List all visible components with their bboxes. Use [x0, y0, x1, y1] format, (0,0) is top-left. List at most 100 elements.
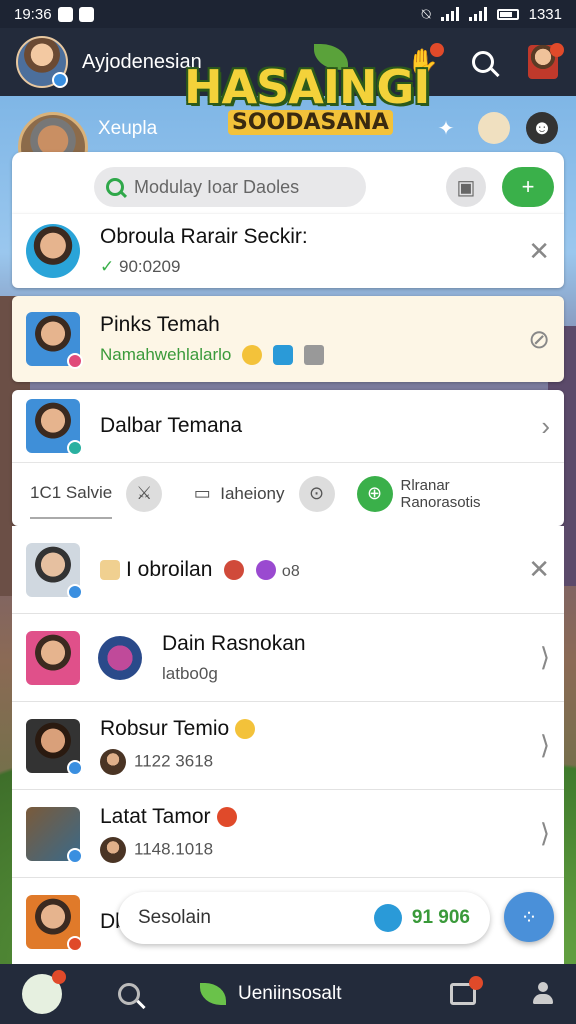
chevron-right-icon[interactable]: ›	[541, 411, 550, 442]
friend-avatar-icon[interactable]	[478, 112, 510, 144]
nav-search[interactable]	[118, 983, 140, 1005]
link-icon[interactable]: ⊘	[528, 324, 550, 355]
search-input[interactable]: Modulay Ioar Daoles	[94, 167, 366, 207]
mute-icon: ⍉	[421, 5, 431, 23]
chevron-right-icon[interactable]: ⟩	[540, 642, 550, 673]
nav-profile[interactable]	[532, 982, 554, 1006]
check-icon: ✓	[100, 257, 115, 276]
signal-icon-2	[468, 7, 487, 21]
nav-main[interactable]: Ueniinsosalt	[200, 983, 342, 1005]
chevron-right-icon[interactable]: ⟩	[540, 730, 550, 761]
tab-iaheiony[interactable]: Iaheiony	[220, 484, 284, 504]
profile-button[interactable]	[526, 43, 564, 79]
friends-title: Pinks Temah	[100, 312, 220, 336]
bottom-nav: Ueniinsosalt	[0, 964, 576, 1024]
menu-fab-button[interactable]: ⁘	[504, 892, 554, 942]
card-emoji-icon	[303, 345, 324, 366]
mini-avatar	[100, 836, 126, 863]
request-title: Obroula Rarair Seckir:	[100, 225, 308, 248]
avatar-badge	[52, 72, 68, 88]
friends-card[interactable]: Pinks Temah Namahwehlalarlo ⊘	[12, 296, 564, 382]
game-icon	[100, 559, 120, 580]
leaf-icon	[200, 983, 226, 1005]
request-sub: ✓ 90:0209	[100, 257, 181, 276]
user-icon	[532, 982, 554, 1006]
item-avatar	[26, 895, 83, 952]
chat-bubble-icon	[373, 904, 402, 932]
add-friend-button[interactable]: +	[502, 167, 554, 207]
list-item[interactable]: Latat Tamor 1148.1018 ⟩	[12, 790, 564, 878]
swords-icon[interactable]: ⚔	[126, 475, 163, 512]
chat-icon[interactable]: ▭	[184, 476, 220, 512]
avatar-badge	[67, 353, 83, 369]
search-icon	[118, 983, 140, 1005]
tab-salvie[interactable]: 1C1 Salvie	[30, 483, 113, 519]
tab-ranorasotis[interactable]: Rlranar Ranorasotis	[401, 477, 501, 511]
user-avatar[interactable]	[16, 36, 68, 88]
list-header-row[interactable]: Dalbar Temana ›	[12, 390, 564, 462]
inbox-icon	[450, 976, 483, 1005]
item-title: Robsur Temio	[100, 717, 256, 741]
search-button[interactable]	[466, 45, 500, 79]
profile-notification-dot	[550, 43, 564, 57]
nav-home[interactable]	[22, 970, 66, 1014]
avatar-badge	[67, 440, 83, 456]
profile-name: Xeupla	[98, 118, 158, 139]
search-card: Modulay Ioar Daoles ▣ +	[12, 152, 564, 214]
item-title: Dain Rasnokan	[162, 631, 306, 655]
grape-icon	[256, 559, 277, 580]
notification-icon-2	[78, 6, 94, 22]
status-pill[interactable]: Sesolain 91 906	[118, 892, 490, 944]
top-app-bar: Ayjodenesian ✋	[0, 28, 576, 96]
apple-icon	[224, 559, 245, 580]
item-sub: 1148.1018	[100, 836, 237, 863]
notification-dot	[52, 970, 66, 984]
camera-icon[interactable]: ▣	[446, 167, 486, 207]
nav-main-label: Ueniinsosalt	[238, 983, 342, 1004]
item-sub: latbo0g	[162, 663, 218, 683]
nav-inbox[interactable]	[450, 976, 483, 1005]
request-avatar	[26, 224, 80, 278]
pill-text: Sesolain	[138, 907, 211, 928]
username: Ayjodenesian	[82, 50, 202, 73]
item-title: Latat Tamor	[100, 805, 237, 829]
friend-list-card: Dalbar Temana › 1C1 Salvie ⚔ ▭ Iaheiony …	[12, 390, 564, 526]
star-icon[interactable]: ✦	[430, 112, 462, 144]
item-secondary-avatar	[98, 635, 142, 680]
notification-dot	[469, 976, 483, 990]
notification-dot	[430, 43, 444, 57]
map-pin-icon[interactable]: ⊕	[356, 475, 393, 512]
item-avatar	[26, 542, 83, 600]
signal-icon	[440, 7, 459, 21]
dismiss-button[interactable]: ✕	[528, 236, 550, 267]
smile-emoji-icon	[242, 345, 263, 366]
avatar-badge	[67, 847, 83, 864]
friend-request-item[interactable]: Obroula Rarair Seckir: ✓ 90:0209 ✕	[12, 214, 564, 288]
list-header-avatar	[26, 399, 83, 456]
dismiss-button[interactable]: ✕	[528, 554, 550, 585]
notification-bell-icon[interactable]: ✋	[406, 43, 444, 79]
friends-sub: Namahwehlalarlo	[100, 345, 324, 366]
mask-icon[interactable]: ☻	[526, 112, 558, 144]
avatar-badge	[67, 759, 83, 776]
list-item[interactable]: I obroilan o8 ✕	[12, 526, 564, 614]
status-right-text: 1331	[528, 5, 562, 23]
notification-icon	[57, 6, 73, 22]
add-friend-label: +	[521, 174, 535, 199]
item-avatar	[26, 630, 80, 685]
status-time: 19:36	[14, 5, 52, 23]
list-item[interactable]: Robsur Temio 1122 3618 ⟩	[12, 702, 564, 790]
chevron-right-icon[interactable]: ⟩	[540, 818, 550, 849]
list-item[interactable]: Dain Rasnokan latbo0g ⟩	[12, 614, 564, 702]
pill-number: 91 906	[411, 907, 470, 928]
status-bar: 19:36 ⍉ 1331	[0, 0, 576, 28]
smile-emoji-icon	[235, 718, 256, 739]
location-icon[interactable]: ⊙	[298, 475, 335, 512]
battery-icon	[496, 8, 519, 20]
avatar-badge	[67, 936, 83, 952]
tab-bar: 1C1 Salvie ⚔ ▭ Iaheiony ⊙ ⊕ Rlranar Rano…	[12, 462, 564, 524]
item-avatar	[26, 806, 83, 864]
item-avatar	[26, 718, 83, 776]
list-header-title: Dalbar Temana	[100, 414, 243, 437]
mini-avatar	[100, 748, 126, 775]
